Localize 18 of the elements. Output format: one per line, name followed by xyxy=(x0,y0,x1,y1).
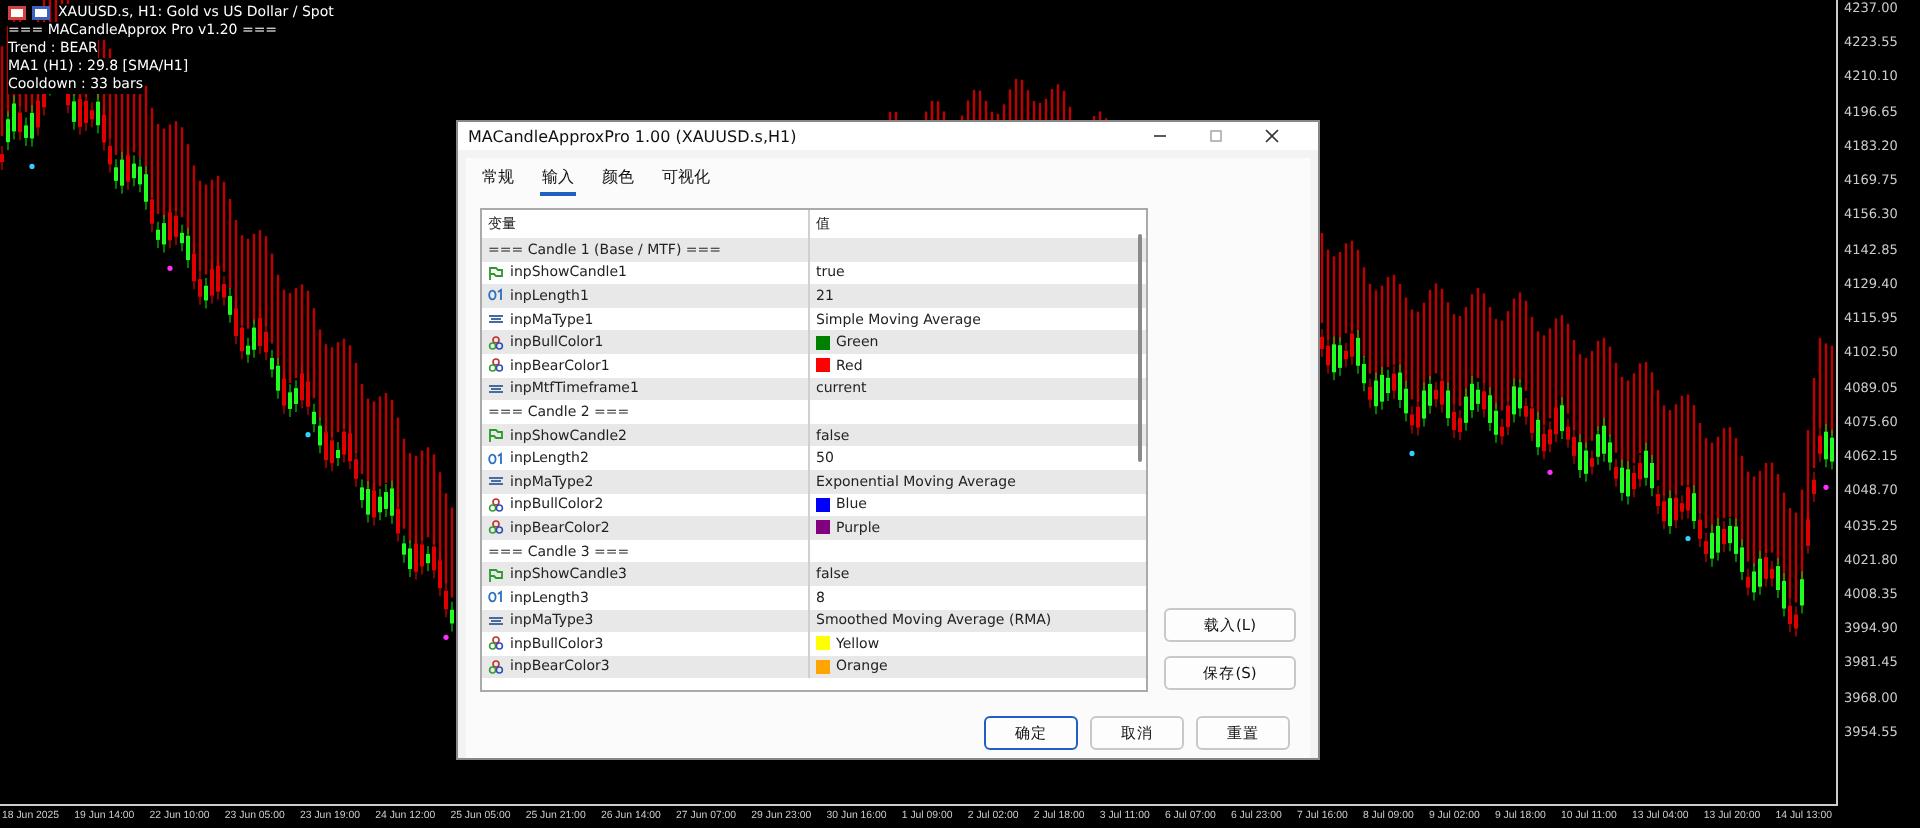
list-icon xyxy=(488,474,504,489)
tab[interactable]: 颜色 xyxy=(600,164,636,196)
flag-icon xyxy=(488,428,504,443)
list-icon xyxy=(488,613,504,628)
list-icon xyxy=(488,381,504,396)
number-icon xyxy=(488,590,504,605)
tab[interactable]: 可视化 xyxy=(660,164,712,196)
flag-icon xyxy=(488,567,504,582)
scrollbar[interactable] xyxy=(1138,234,1142,462)
tab[interactable]: 常规 xyxy=(480,164,516,196)
tab[interactable]: 输入 xyxy=(540,164,576,196)
chart-icons[interactable] xyxy=(8,6,52,20)
list-icon xyxy=(488,312,504,327)
number-icon xyxy=(488,288,504,303)
flag-icon xyxy=(488,265,504,280)
number-icon xyxy=(488,451,504,466)
close-icon[interactable] xyxy=(1262,126,1282,146)
window-title: MACandleApproxPro 1.00 (XAUUSD.s,H1) xyxy=(468,127,799,145)
